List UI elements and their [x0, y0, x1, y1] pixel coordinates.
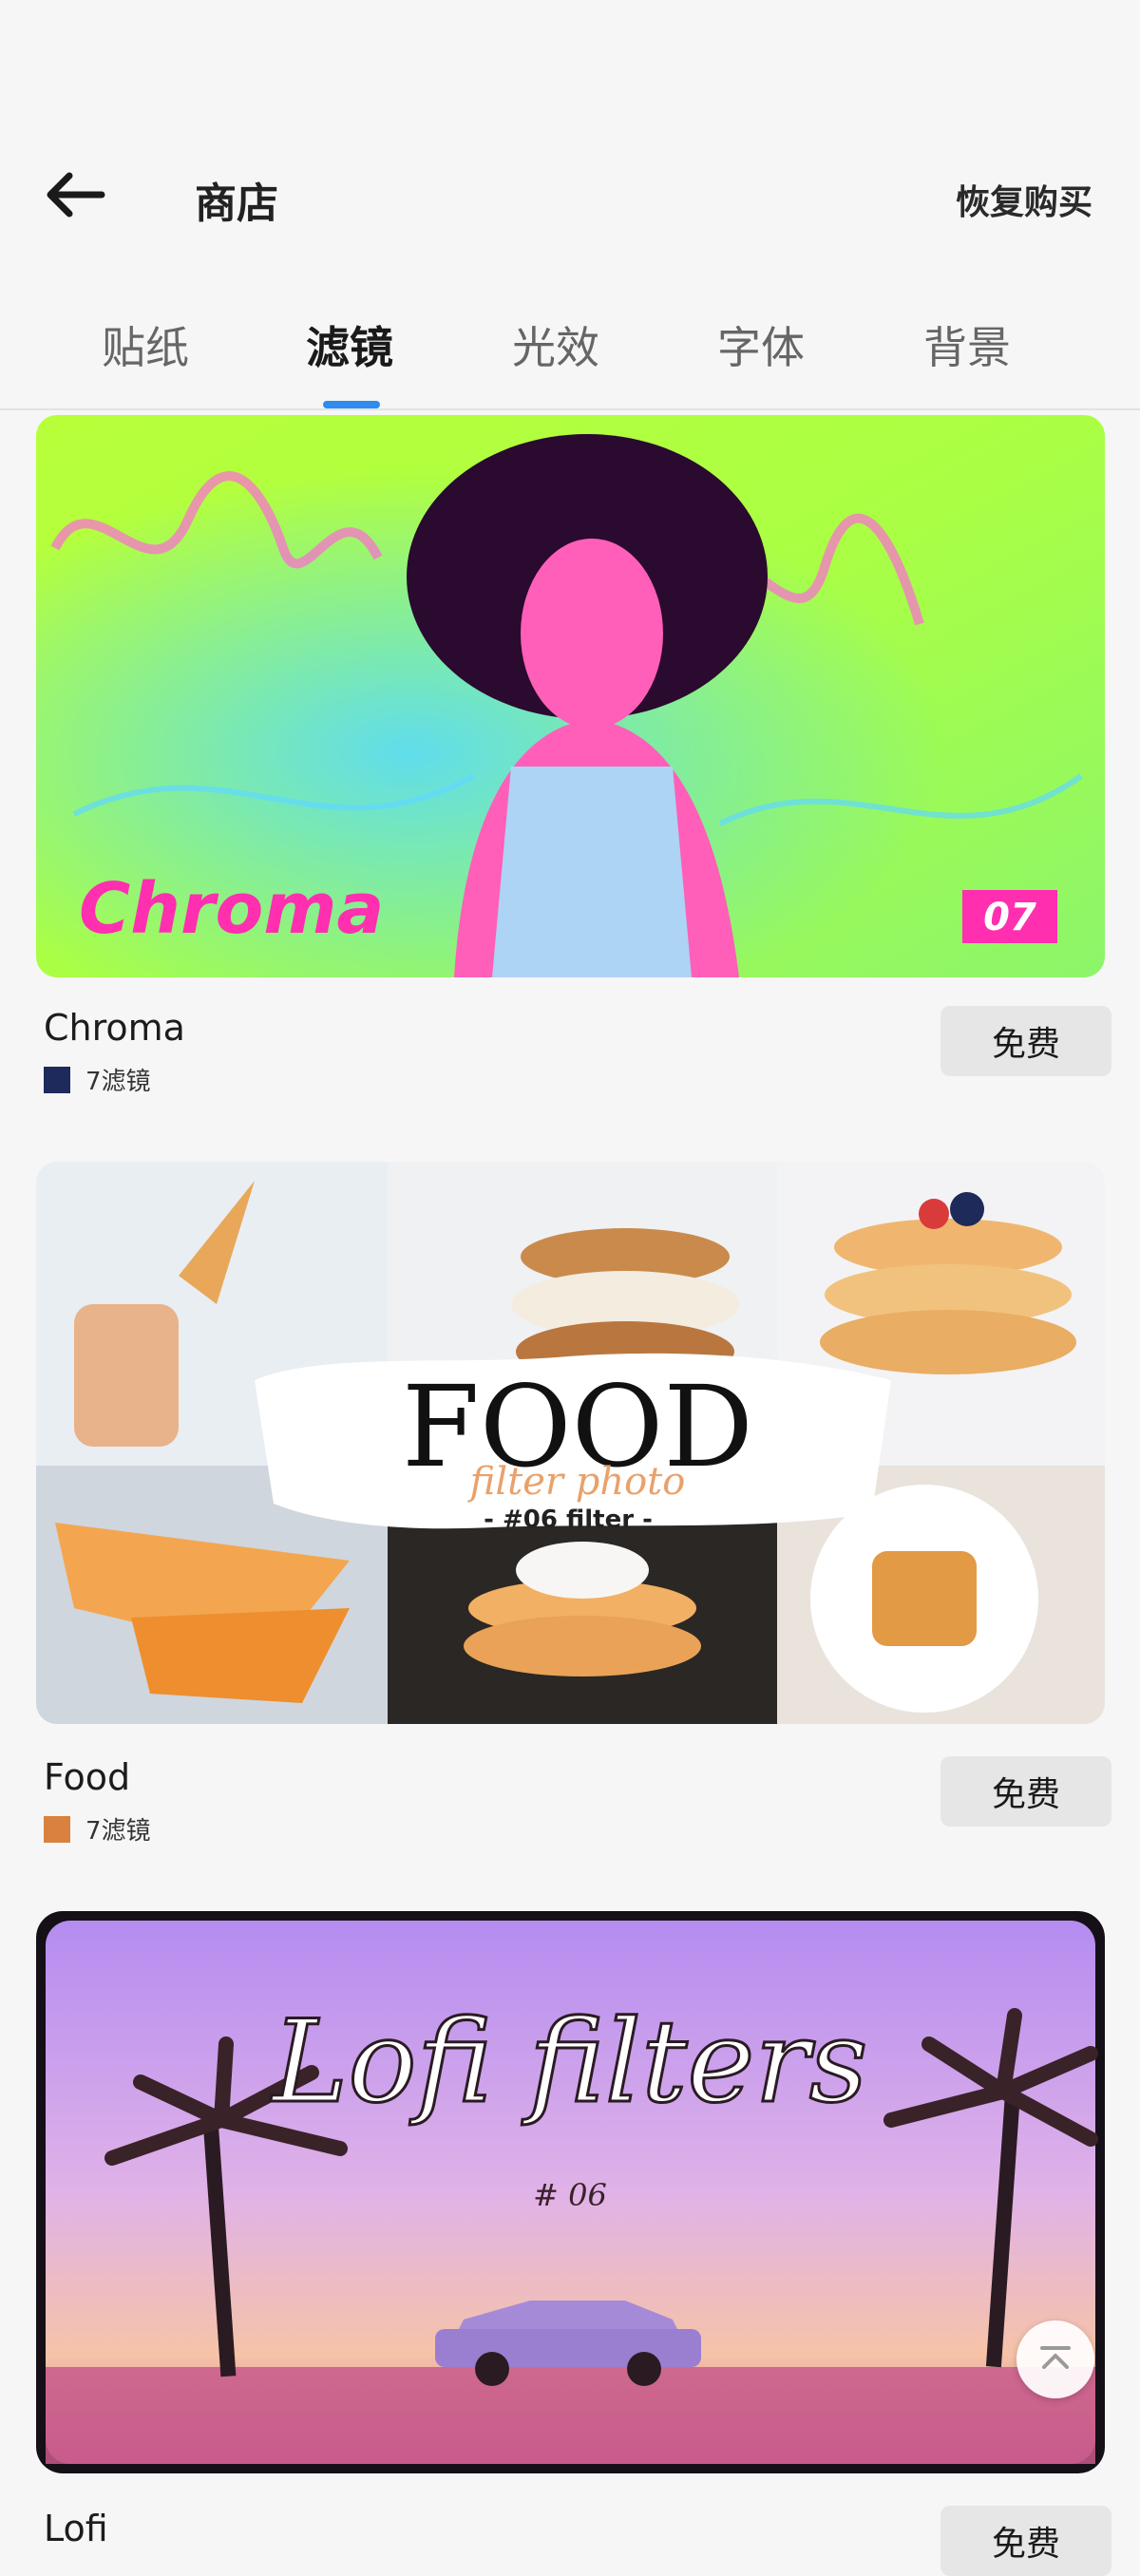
- food-title: Food: [44, 1756, 131, 1798]
- chroma-banner-text: Chroma: [79, 868, 384, 950]
- chroma-banner[interactable]: Chroma 07: [36, 415, 1105, 977]
- food-banner[interactable]: FOOD filter photo - #06 filter -: [36, 1162, 1105, 1724]
- arrow-left-icon: [47, 172, 105, 218]
- back-button[interactable]: [36, 161, 112, 228]
- food-meta: 7滤镜: [44, 1811, 151, 1847]
- food-filter-count: 7滤镜: [86, 1817, 151, 1846]
- chroma-filter-count: 7滤镜: [86, 1068, 151, 1096]
- scroll-to-top-button[interactable]: [1016, 2320, 1094, 2398]
- chroma-free-button[interactable]: 免费: [940, 1006, 1112, 1076]
- tab-fonts[interactable]: 字体: [680, 313, 842, 376]
- food-banner-tag: - #06 filter -: [484, 1506, 653, 1534]
- lofi-title: Lofi: [44, 2508, 108, 2549]
- lofi-banner[interactable]: Lofi filters # 06: [36, 1911, 1105, 2473]
- restore-purchase-button[interactable]: 恢复购买: [956, 175, 1092, 224]
- chroma-meta: 7滤镜: [44, 1062, 151, 1097]
- header-divider: [0, 408, 1140, 410]
- lofi-free-button[interactable]: 免费: [940, 2506, 1112, 2576]
- tab-stickers[interactable]: 贴纸: [65, 313, 226, 376]
- food-free-button[interactable]: 免费: [940, 1756, 1112, 1827]
- chroma-banner-badge: 07: [983, 896, 1036, 939]
- tab-filters[interactable]: 滤镜: [269, 313, 430, 376]
- tab-backgrounds[interactable]: 背景: [886, 313, 1048, 376]
- app-header: 商店 恢复购买 贴纸 滤镜 光效 字体 背景: [0, 0, 1140, 410]
- tab-light-effects[interactable]: 光效: [475, 313, 636, 376]
- chroma-title: Chroma: [44, 1007, 185, 1049]
- page-title: 商店: [195, 180, 278, 228]
- lofi-banner-tag: # 06: [533, 2177, 607, 2213]
- chevron-up-bar-icon: [1040, 2346, 1071, 2369]
- chroma-color-swatch: [44, 1066, 70, 1093]
- food-banner-subtitle: filter photo: [467, 1460, 686, 1504]
- category-tabs: 贴纸 滤镜 光效 字体 背景: [0, 313, 1140, 408]
- lofi-banner-title: Lofi filters: [271, 1997, 868, 2129]
- active-tab-indicator: [323, 401, 380, 408]
- food-color-swatch: [44, 1815, 70, 1843]
